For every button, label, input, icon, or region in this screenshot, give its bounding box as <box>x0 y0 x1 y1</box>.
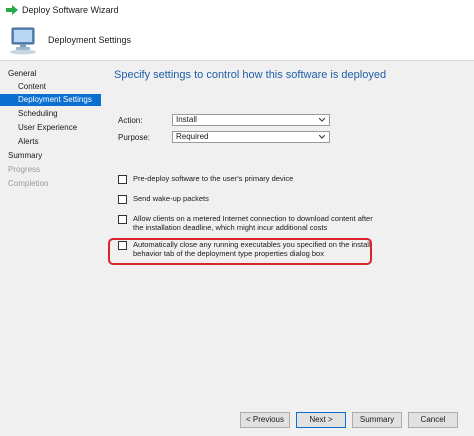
wake-up-packets-label: Send wake-up packets <box>133 194 209 203</box>
chevron-down-icon <box>319 135 325 139</box>
purpose-dropdown-value: Required <box>176 132 209 141</box>
sidebar-item-alerts[interactable]: Alerts <box>0 136 101 148</box>
purpose-dropdown[interactable]: Required <box>172 131 330 143</box>
wake-up-packets-checkbox[interactable] <box>118 195 127 204</box>
title-bar: Deploy Software Wizard <box>0 0 474 20</box>
cancel-button[interactable]: Cancel <box>408 412 458 428</box>
metered-connection-label: Allow clients on a metered Internet conn… <box>133 214 373 232</box>
deploy-software-wizard-window: Deploy Software Wizard Deployment Settin… <box>0 0 474 436</box>
sidebar-item-deployment-settings[interactable]: Deployment Settings <box>0 94 101 106</box>
sidebar-item-content[interactable]: Content <box>0 81 101 93</box>
previous-button[interactable]: < Previous <box>240 412 290 428</box>
green-arrow-icon <box>6 5 18 15</box>
computer-icon <box>10 27 36 55</box>
sidebar-item-general[interactable]: General <box>0 68 101 80</box>
sidebar-item-progress: Progress <box>8 165 41 174</box>
action-dropdown[interactable]: Install <box>172 114 330 126</box>
window-title: Deploy Software Wizard <box>22 5 119 15</box>
sidebar-item-summary[interactable]: Summary <box>0 150 101 162</box>
wizard-header: Deployment Settings <box>0 20 474 61</box>
wizard-footer: < Previous Next > Summary Cancel <box>0 402 474 436</box>
page-title: Deployment Settings <box>48 35 132 45</box>
pre-deploy-checkbox[interactable] <box>118 175 127 184</box>
metered-connection-checkbox[interactable] <box>118 215 127 224</box>
sidebar-item-scheduling[interactable]: Scheduling <box>0 108 101 120</box>
summary-button[interactable]: Summary <box>352 412 402 428</box>
chevron-down-icon <box>319 118 325 122</box>
action-label: Action: <box>118 116 143 125</box>
highlight-annotation <box>108 238 372 265</box>
wizard-sidebar: General Content Deployment Settings Sche… <box>0 61 101 401</box>
sidebar-item-user-experience[interactable]: User Experience <box>0 122 101 134</box>
sidebar-item-completion: Completion <box>8 179 49 188</box>
pre-deploy-label: Pre-deploy software to the user's primar… <box>133 174 294 183</box>
next-button[interactable]: Next > <box>296 412 346 428</box>
content-heading: Specify settings to control how this sof… <box>114 69 387 81</box>
purpose-label: Purpose: <box>118 133 151 142</box>
action-dropdown-value: Install <box>176 115 197 124</box>
main-content: Specify settings to control how this sof… <box>104 61 460 401</box>
